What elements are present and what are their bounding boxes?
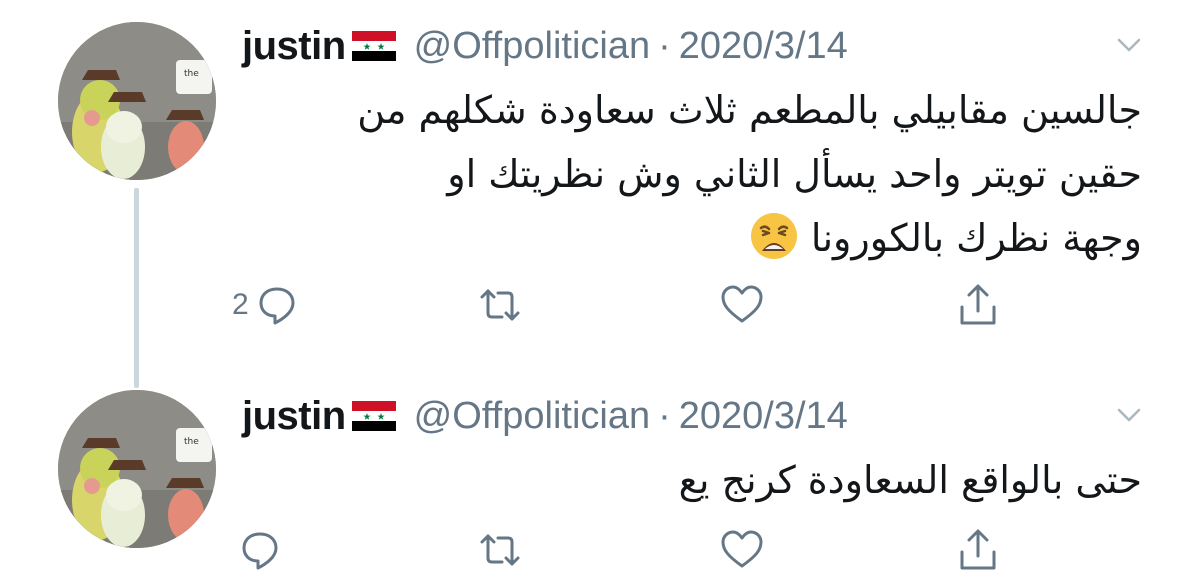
tweet-actions	[0, 520, 1200, 580]
syria-flag-icon	[351, 31, 396, 61]
retweet-icon	[476, 281, 524, 329]
tweet-actions: 2	[0, 275, 1200, 335]
tweet-text-line-with-emoji: وجهة نظرك بالكورونا	[242, 206, 1142, 270]
username[interactable]: @Offpolitician	[414, 395, 650, 438]
retweet-button[interactable]	[476, 275, 524, 335]
reply-count: 2	[232, 288, 249, 321]
display-name[interactable]: justin	[242, 394, 346, 439]
like-button[interactable]	[718, 520, 766, 580]
timestamp[interactable]: 2020/3/14	[679, 395, 848, 438]
avatar[interactable]: the	[58, 22, 216, 180]
retweet-icon	[476, 526, 524, 574]
chevron-down-icon[interactable]	[1114, 30, 1144, 60]
reply-button[interactable]: 2	[232, 275, 301, 335]
like-button[interactable]	[718, 275, 766, 335]
tweet-text-line: وجهة نظرك بالكورونا	[810, 216, 1142, 260]
avatar-image: the	[58, 22, 216, 180]
reply-button[interactable]	[232, 520, 284, 580]
tweet-text-line: حتى بالواقع السعاودة كرنج يع	[678, 458, 1142, 502]
avatar-sign-text: the	[184, 437, 199, 447]
display-name[interactable]: justin	[242, 24, 346, 69]
weary-face-emoji-icon	[749, 211, 799, 261]
reply-icon	[236, 526, 284, 574]
tweet-text-line: حقين تويتر واحد يسأل الثاني وش نظريتك او	[447, 152, 1142, 196]
tweet-header: justin @Offpolitician · 2020/3/14	[242, 22, 848, 70]
syria-flag-icon	[351, 401, 396, 431]
chevron-down-icon[interactable]	[1114, 400, 1144, 430]
like-icon	[718, 526, 766, 574]
share-icon	[954, 526, 1002, 574]
separator-dot: ·	[658, 394, 671, 437]
tweet-text-line: جالسين مقابيلي بالمطعم ثلاث سعاودة شكلهم…	[357, 88, 1142, 132]
tweet-text: حتى بالواقع السعاودة كرنج يع	[242, 448, 1142, 512]
tweet-header: justin @Offpolitician · 2020/3/14	[242, 392, 848, 440]
retweet-button[interactable]	[476, 520, 524, 580]
timestamp[interactable]: 2020/3/14	[679, 25, 848, 68]
share-button[interactable]	[954, 520, 1002, 580]
share-button[interactable]	[954, 275, 1002, 335]
share-icon	[954, 281, 1002, 329]
separator-dot: ·	[658, 24, 671, 67]
tweet[interactable]: the justin @Offpolitician · 2020/3/14 حت…	[0, 370, 1200, 575]
avatar-sign-text: the	[184, 69, 199, 79]
tweet[interactable]: the justin @Offpolitician · 2020/3/14 جا…	[0, 0, 1200, 370]
username[interactable]: @Offpolitician	[414, 25, 650, 68]
like-icon	[718, 281, 766, 329]
reply-icon	[253, 281, 301, 329]
tweet-text: جالسين مقابيلي بالمطعم ثلاث سعاودة شكلهم…	[242, 78, 1142, 270]
